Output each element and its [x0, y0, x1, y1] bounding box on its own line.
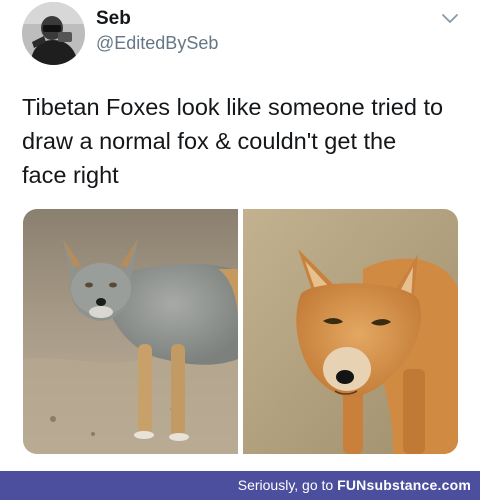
tweet-text-line: face right — [22, 162, 119, 188]
grey-tibetan-fox-photo[interactable] — [23, 209, 238, 454]
user-handle[interactable]: @EditedBySeb — [96, 33, 218, 54]
watermark-text[interactable]: Seriously, go to FUNsubstance.com — [238, 477, 471, 493]
avatar[interactable] — [22, 2, 85, 65]
chevron-down-icon[interactable] — [441, 12, 459, 26]
tweet-text-line: Tibetan Foxes look like someone tried to — [22, 94, 444, 120]
watermark-prefix: Seriously, go to — [237, 477, 338, 493]
display-name[interactable]: Seb — [96, 8, 131, 30]
watermark-brand: FUNsubstance.com — [337, 477, 471, 493]
orange-tibetan-fox-face-photo[interactable] — [243, 209, 458, 454]
tweet-text-line: draw a normal fox & couldn't get the — [22, 128, 397, 154]
profile-photo-icon — [22, 2, 85, 65]
tweet-text: Tibetan Foxes look like someone tried to… — [22, 90, 467, 192]
tweet-media — [23, 209, 458, 454]
watermark-bar: Seriously, go to FUNsubstance.com — [0, 471, 480, 500]
